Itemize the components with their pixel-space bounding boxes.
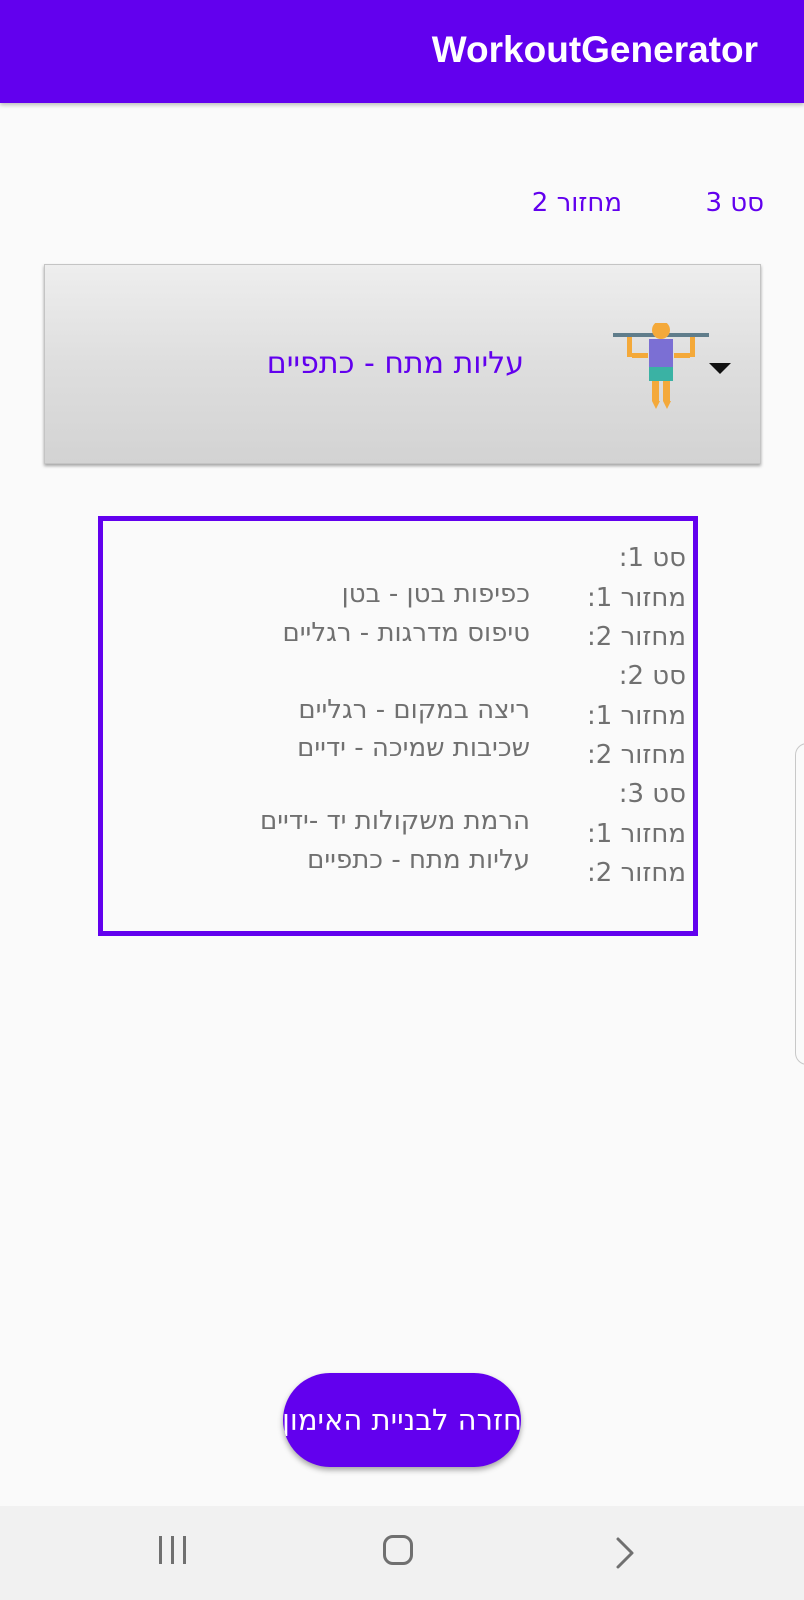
back-chevron-icon[interactable]: [607, 1536, 641, 1570]
summary-set-2-round-2-exercise: שכיבות שמיכה - ידיים: [297, 733, 530, 763]
back-to-workout-builder-label: חזרה לבניית האימון: [283, 1403, 521, 1437]
summary-set-3-title: סט 3:: [618, 779, 686, 809]
summary-set-2-title: סט 2:: [618, 661, 686, 691]
pull-up-person-icon: [613, 323, 709, 409]
edge-panel-handle[interactable]: [795, 743, 804, 1065]
back-to-workout-builder-button[interactable]: חזרה לבניית האימון: [283, 1373, 521, 1467]
summary-set-3-round-2-exercise: עליות מתח - כתפיים: [307, 845, 530, 875]
summary-set-2-round-1-exercise: ריצה במקום - רגליים: [298, 695, 530, 725]
home-icon[interactable]: [383, 1535, 413, 1565]
summary-set-3-round-1-label: מחזור 1:: [587, 819, 686, 849]
exercise-spinner[interactable]: עליות מתח - כתפיים: [44, 264, 761, 464]
summary-set-3-round-2-label: מחזור 2:: [587, 858, 686, 888]
summary-set-1-round-1-label: מחזור 1:: [587, 583, 686, 613]
summary-set-2-round-1-label: מחזור 1:: [587, 701, 686, 731]
app-title: WorkoutGenerator: [431, 29, 758, 70]
exercise-spinner-selected: עליות מתח - כתפיים: [266, 346, 524, 381]
system-nav-bar: [0, 1506, 804, 1600]
dropdown-arrow-icon: [709, 363, 731, 374]
recents-icon[interactable]: [156, 1536, 192, 1566]
current-set-label: סט 3: [705, 188, 764, 218]
summary-set-1-title: סט 1:: [618, 543, 686, 573]
summary-set-1-round-2-label: מחזור 2:: [587, 622, 686, 652]
summary-set-1-round-1-exercise: כפיפות בטן - בטן: [341, 579, 530, 609]
summary-set-3-round-1-exercise: הרמת משקולות יד -ידיים: [259, 806, 530, 836]
summary-set-2-round-2-label: מחזור 2:: [587, 740, 686, 770]
summary-set-1-round-2-exercise: טיפוס מדרגות - רגליים: [282, 618, 530, 648]
app-bar: WorkoutGenerator: [0, 0, 804, 103]
current-round-label: מחזור 2: [531, 188, 622, 218]
